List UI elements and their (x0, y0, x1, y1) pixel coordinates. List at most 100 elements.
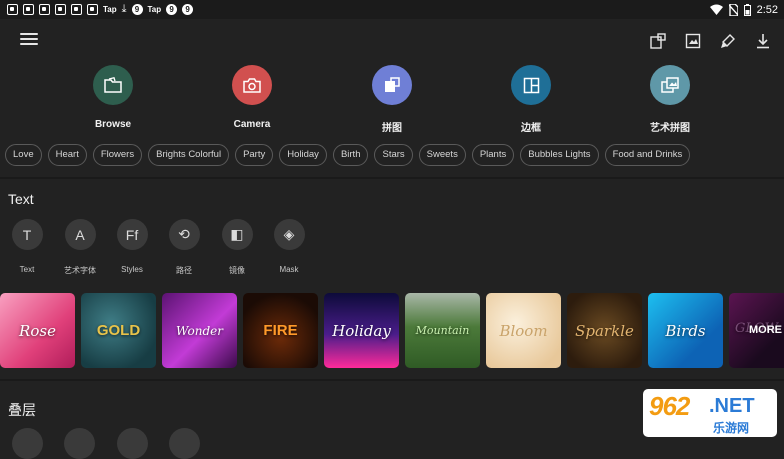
art-font-tool-label: 艺术字体 (64, 266, 96, 275)
sample-rose[interactable]: Rose (0, 293, 75, 368)
collage-icon[interactable] (646, 29, 669, 52)
notification-icon (23, 4, 34, 15)
sample-wonder[interactable]: Wonder (162, 293, 237, 368)
sample-holiday-text: Holiday (332, 321, 391, 340)
watermark-net: .NET (709, 395, 755, 417)
path-icon: ⟲ (168, 219, 200, 250)
collage-button[interactable]: 拼图 (352, 65, 432, 134)
layer-tool-heart-outline[interactable] (64, 428, 95, 459)
art-font-tool[interactable]: A 艺术字体 (54, 219, 106, 276)
chip-party[interactable]: Party (235, 144, 274, 166)
app-bar (0, 19, 784, 63)
sample-bloom-text: Bloom (499, 321, 548, 340)
download-icon[interactable] (751, 29, 774, 52)
text-icon: T (11, 219, 43, 250)
sample-bloom[interactable]: Bloom (486, 293, 561, 368)
art-collage-label: 艺术拼图 (650, 123, 690, 134)
folder-icon (93, 65, 133, 105)
sample-mountain[interactable]: Mountain (405, 293, 480, 368)
edit-image-icon[interactable] (681, 29, 704, 52)
sample-wonder-text: Wonder (176, 323, 223, 338)
download-status-icon: ⤓ (121, 3, 127, 15)
app-status-icon: 9 (166, 4, 178, 15)
sample-fire[interactable]: FIRE (243, 293, 318, 368)
sample-sparkle-text: Sparkle (575, 321, 634, 340)
mirror-tool-label: 镜像 (229, 266, 245, 275)
mirror-icon: ◧ (221, 219, 253, 250)
chip-bubbles-lights[interactable]: Bubbles Lights (520, 144, 599, 166)
app-status-icon: 9 (131, 4, 143, 15)
more-samples-button[interactable]: GLOW MORE (729, 293, 784, 368)
frame-icon (511, 65, 551, 105)
art-font-icon: A (64, 219, 96, 250)
layer-section-title: 叠层 (8, 402, 36, 418)
styles-icon: Ff (116, 219, 148, 250)
text-tool-label: Text (19, 265, 35, 274)
sample-mountain-text: Mountain (415, 324, 470, 337)
text-tool[interactable]: T Text (1, 219, 53, 274)
sample-sparkle[interactable]: Sparkle (567, 293, 642, 368)
frame-label: 边框 (521, 123, 541, 134)
art-collage-icon (650, 65, 690, 105)
more-label: MORE (749, 324, 782, 336)
layer-tool-slash[interactable] (117, 428, 148, 459)
text-style-samples: Rose GOLD Wonder FIRE Holiday Mountain B… (0, 293, 784, 368)
no-sim-icon (728, 3, 738, 16)
watermark-logo: 962 .NET 乐游网 (643, 389, 777, 437)
watermark-sub: 乐游网 (713, 421, 750, 435)
sample-rose-text: Rose (19, 321, 56, 340)
frame-button[interactable]: 边框 (491, 65, 571, 134)
sample-birds[interactable]: Birds (648, 293, 723, 368)
chip-food-and-drinks[interactable]: Food and Drinks (604, 144, 691, 166)
quick-actions: Browse Camera 拼图 边框 艺术拼图 (0, 63, 784, 135)
mask-icon: ◈ (273, 219, 305, 250)
chip-plants[interactable]: Plants (471, 144, 515, 166)
path-tool[interactable]: ⟲ 路径 (158, 219, 210, 276)
sample-holiday[interactable]: Holiday (324, 293, 399, 368)
brush-icon[interactable] (716, 29, 739, 52)
layer-tool-heart[interactable] (12, 428, 43, 459)
camera-icon (232, 65, 272, 105)
chip-flowers[interactable]: Flowers (92, 144, 143, 166)
status-label: Tap (147, 5, 162, 14)
battery-icon (743, 3, 751, 16)
layer-tool-circle[interactable] (169, 428, 200, 459)
styles-tool-label: Styles (121, 265, 143, 274)
styles-tool[interactable]: Ff Styles (106, 219, 158, 274)
sample-fire-text: FIRE (263, 322, 298, 339)
notification-icon (71, 4, 82, 15)
category-chips: Love Heart Flowers Brights Colorful Part… (5, 144, 691, 166)
browse-label: Browse (94, 119, 132, 130)
text-section-title: Text (8, 191, 34, 207)
clock: 2:52 (756, 3, 778, 16)
mirror-tool[interactable]: ◧ 镜像 (211, 219, 263, 276)
text-tools: T Text A 艺术字体 Ff Styles ⟲ 路径 ◧ 镜像 ◈ Mask (0, 219, 784, 279)
wifi-icon (709, 4, 723, 15)
browse-button[interactable]: Browse (73, 65, 153, 130)
collage-icon (372, 65, 412, 105)
chip-birth[interactable]: Birth (332, 144, 369, 166)
chip-heart[interactable]: Heart (47, 144, 87, 166)
chip-sweets[interactable]: Sweets (418, 144, 466, 166)
mask-tool-label: Mask (279, 265, 299, 274)
mask-tool[interactable]: ◈ Mask (263, 219, 315, 274)
divider (0, 177, 784, 179)
camera-button[interactable]: Camera (212, 65, 292, 130)
art-collage-button[interactable]: 艺术拼图 (630, 65, 710, 134)
chip-holiday[interactable]: Holiday (279, 144, 327, 166)
chip-stars[interactable]: Stars (374, 144, 413, 166)
notification-icon (39, 4, 50, 15)
sample-birds-text: Birds (665, 321, 706, 340)
chip-brights-colorful[interactable]: Brights Colorful (148, 144, 230, 166)
path-tool-label: 路径 (176, 266, 192, 275)
sample-gold[interactable]: GOLD (81, 293, 156, 368)
sample-gold-text: GOLD (96, 322, 141, 339)
chip-love[interactable]: Love (5, 144, 42, 166)
status-label: Tap (103, 5, 117, 14)
notification-icon (55, 4, 66, 15)
app-status-icon: 9 (182, 4, 194, 15)
menu-icon[interactable] (20, 33, 38, 47)
watermark-number: 962 (649, 391, 690, 421)
status-bar: Tap ⤓ 9 Tap 9 9 2:52 (0, 0, 784, 19)
notification-icon (7, 4, 18, 15)
